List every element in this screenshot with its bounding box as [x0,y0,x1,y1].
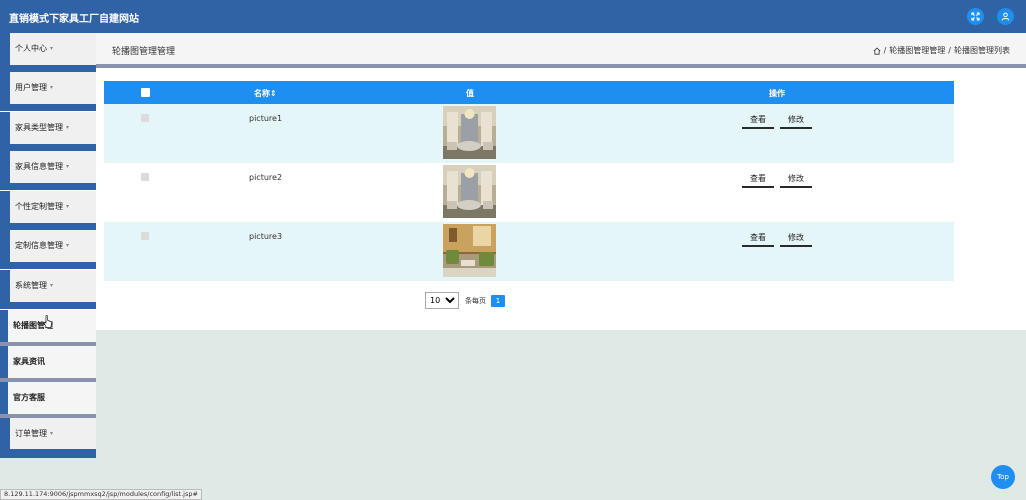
sidebar-item-label: 系统管理 ▾ [15,281,54,290]
breadcrumb-item: 轮播图管理列表 [954,46,1010,55]
edit-button[interactable]: 修改 [780,114,812,129]
sidebar-item-news[interactable]: 家具资讯 [0,346,96,385]
row-thumbnail [443,106,496,159]
menu-stripe [0,310,8,342]
menu-stripe [0,346,8,378]
sidebar-item-furniture-types[interactable]: 家具类型管理 ▾ [0,112,96,151]
chevron-down-icon: ▾ [66,163,70,170]
chevron-down-icon: ▾ [50,45,54,52]
sidebar-item-label: 官方客服 [13,393,45,402]
per-page-label: 条每页 [465,296,486,305]
page-title: 轮播图管理管理 [112,47,176,57]
row-checkbox[interactable] [141,232,149,240]
row-thumbnail [443,165,496,218]
home-icon[interactable] [873,46,881,55]
sidebar-item-label: 家具类型管理 ▾ [15,123,70,132]
view-button[interactable]: 查看 [742,173,774,188]
status-url: 8.129.11.174:9006/jspmmxsq2/jsp/modules/… [0,489,202,500]
view-button[interactable]: 查看 [742,114,774,129]
sidebar-item-label: 家具信息管理 ▾ [15,162,70,171]
menu-divider [0,262,96,269]
sidebar-item-furniture-info[interactable]: 家具信息管理 ▾ [0,151,96,190]
sidebar-item-label: 个人中心 ▾ [15,44,54,53]
table-row: picture1 查看 修改 [104,104,954,163]
carousel-table: 名称⇕ 值 操作 picture1 查看 修改 picture2 查看 修改 p… [104,81,954,281]
sidebar-item-label: 个性定制管理 ▾ [15,202,70,211]
breadcrumb-separator: / [948,46,951,55]
menu-divider [0,104,96,111]
menu-stripe [0,191,10,223]
breadcrumb: / 轮播图管理管理 / 轮播图管理列表 [873,45,1010,56]
menu-divider [0,144,96,151]
view-button[interactable]: 查看 [742,232,774,247]
content-header: 轮播图管理管理 / 轮播图管理管理 / 轮播图管理列表 [96,33,1026,64]
sidebar-item-customer-service[interactable]: 官方客服 [0,382,96,421]
table-row: picture2 查看 修改 [104,163,954,222]
menu-divider [0,302,96,309]
breadcrumb-separator: / [883,46,887,55]
row-name: picture3 [249,232,283,241]
edit-button[interactable]: 修改 [780,232,812,247]
list-card: 名称⇕ 值 操作 picture1 查看 修改 picture2 查看 修改 p… [96,68,1026,330]
row-name: picture1 [249,114,283,123]
table-header: 名称⇕ 值 操作 [104,81,954,104]
column-name-header[interactable]: 名称⇕ [254,88,277,99]
column-actions-header: 操作 [769,89,785,98]
fullscreen-button[interactable] [967,8,984,25]
row-thumbnail [443,224,496,277]
column-value-header: 值 [466,89,474,98]
menu-stripe [0,230,10,262]
sidebar-item-label: 家具资讯 [13,357,45,366]
row-checkbox[interactable] [141,114,149,122]
user-button[interactable] [997,8,1014,25]
select-all-checkbox[interactable] [141,88,150,97]
sidebar-footer-bar [0,449,96,458]
breadcrumb-item[interactable]: 轮播图管理管理 [889,45,945,56]
back-to-top-button[interactable]: Top [991,465,1015,489]
pagination: 10 条每页 1 [425,292,505,309]
row-name: picture2 [249,173,283,182]
top-header: 直销模式下家具工厂自建网站 [0,0,1026,33]
row-checkbox[interactable] [141,173,149,181]
sidebar-item-custom[interactable]: 个性定制管理 ▾ [0,191,96,230]
menu-stripe [0,382,8,414]
site-title: 直销模式下家具工厂自建网站 [9,14,139,25]
menu-divider [0,223,96,230]
sidebar-item-label: 订单管理 ▾ [15,429,54,438]
chevron-down-icon: ▾ [66,242,70,249]
sidebar-item-users[interactable]: 用户管理 ▾ [0,72,96,111]
menu-stripe [0,33,10,65]
sidebar-item-label: 用户管理 ▾ [15,83,54,92]
chevron-down-icon: ▾ [50,282,54,289]
sidebar: 个人中心 ▾ 用户管理 ▾ 家具类型管理 ▾ 家具信息管理 ▾ 个性定制管理 ▾ 定制信息… [0,33,96,458]
menu-stripe [0,270,10,302]
page-size-select[interactable]: 10 [425,292,459,309]
sidebar-item-label: 定制信息管理 ▾ [15,241,70,250]
chevron-down-icon: ▾ [66,203,70,210]
mouse-pointer-icon [43,315,52,328]
menu-stripe [0,151,10,183]
menu-stripe [0,112,10,144]
fullscreen-icon [971,12,980,21]
sidebar-item-personal-center[interactable]: 个人中心 ▾ [0,33,96,72]
menu-stripe [0,418,10,450]
chevron-down-icon: ▾ [50,84,54,91]
chevron-down-icon: ▾ [66,124,70,131]
menu-divider [0,65,96,72]
edit-button[interactable]: 修改 [780,173,812,188]
table-row: picture3 查看 修改 [104,222,954,281]
chevron-down-icon: ▾ [50,430,54,437]
menu-divider [0,183,96,190]
sort-icon[interactable]: ⇕ [270,89,277,98]
sidebar-item-custom-info[interactable]: 定制信息管理 ▾ [0,230,96,269]
page-button-current[interactable]: 1 [491,294,505,307]
sidebar-item-system[interactable]: 系统管理 ▾ [0,270,96,309]
user-icon [1001,12,1010,21]
menu-stripe [0,72,10,104]
